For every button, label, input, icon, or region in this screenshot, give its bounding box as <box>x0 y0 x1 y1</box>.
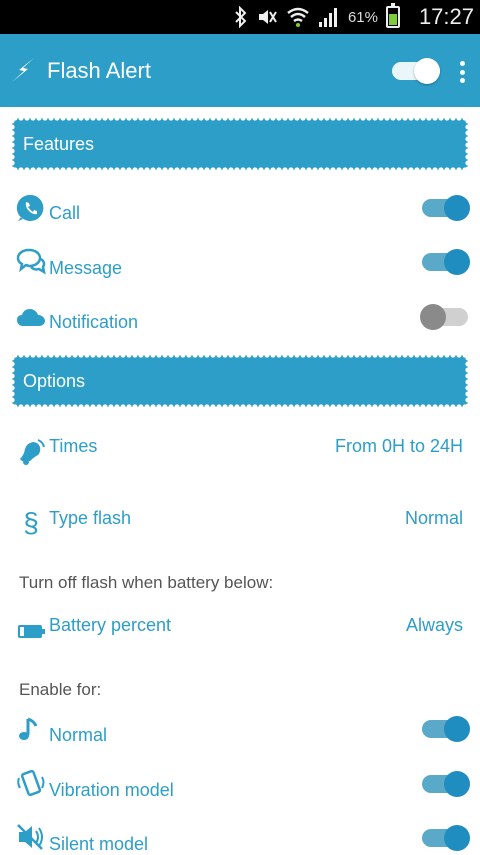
battery-percent-value[interactable]: Always <box>406 615 463 636</box>
overflow-menu-icon[interactable] <box>460 61 466 83</box>
type-flash-value[interactable]: Normal <box>405 508 463 529</box>
speaker-mute-icon <box>17 824 43 850</box>
notification-toggle[interactable] <box>420 303 470 331</box>
phone-icon <box>16 194 44 221</box>
signal-icon <box>318 8 337 27</box>
vibration-mode-label: Vibration model <box>49 780 174 800</box>
times-label[interactable]: Times <box>49 436 97 457</box>
app-title: Flash Alert <box>47 58 151 83</box>
options-header: Options <box>12 355 468 407</box>
flash-icon <box>12 58 34 82</box>
normal-mode-toggle[interactable] <box>420 715 470 743</box>
bluetooth-icon <box>235 6 247 28</box>
message-label: Message <box>49 258 123 278</box>
mute-icon <box>258 10 277 24</box>
clock: 17:27 <box>418 4 474 29</box>
app-bar: Flash Alert <box>0 34 480 107</box>
enable-for-label: Enable for: <box>19 680 102 699</box>
times-value[interactable]: From 0H to 24H <box>335 436 463 457</box>
battery-icon <box>386 3 400 28</box>
cloud-icon <box>17 309 45 326</box>
battery-percent-label[interactable]: Battery percent <box>49 615 171 636</box>
status-bar: 61% 17:27 <box>0 0 480 34</box>
message-toggle[interactable] <box>420 248 470 276</box>
features-header: Features <box>12 118 468 170</box>
music-note-icon <box>19 717 38 740</box>
call-label: Call <box>49 203 81 223</box>
call-toggle[interactable] <box>420 194 470 222</box>
silent-mode-label: Silent model <box>49 834 149 854</box>
silent-mode-toggle[interactable] <box>420 824 470 852</box>
chat-icon <box>16 248 46 275</box>
battery-icon <box>18 625 45 638</box>
section-icon: § <box>23 507 39 538</box>
type-flash-label[interactable]: Type flash <box>49 508 131 529</box>
wifi-icon <box>287 7 309 27</box>
notification-label: Notification <box>49 312 139 332</box>
bell-icon <box>20 439 45 465</box>
normal-mode-label: Normal <box>49 725 108 745</box>
vibration-icon <box>17 769 45 797</box>
battery-note: Turn off flash when battery below: <box>19 573 274 592</box>
vibration-mode-toggle[interactable] <box>420 770 470 798</box>
features-header-label: Features <box>23 134 95 154</box>
options-header-label: Options <box>23 371 86 391</box>
battery-percent-text: 61% <box>347 8 378 26</box>
master-toggle[interactable] <box>392 58 440 84</box>
